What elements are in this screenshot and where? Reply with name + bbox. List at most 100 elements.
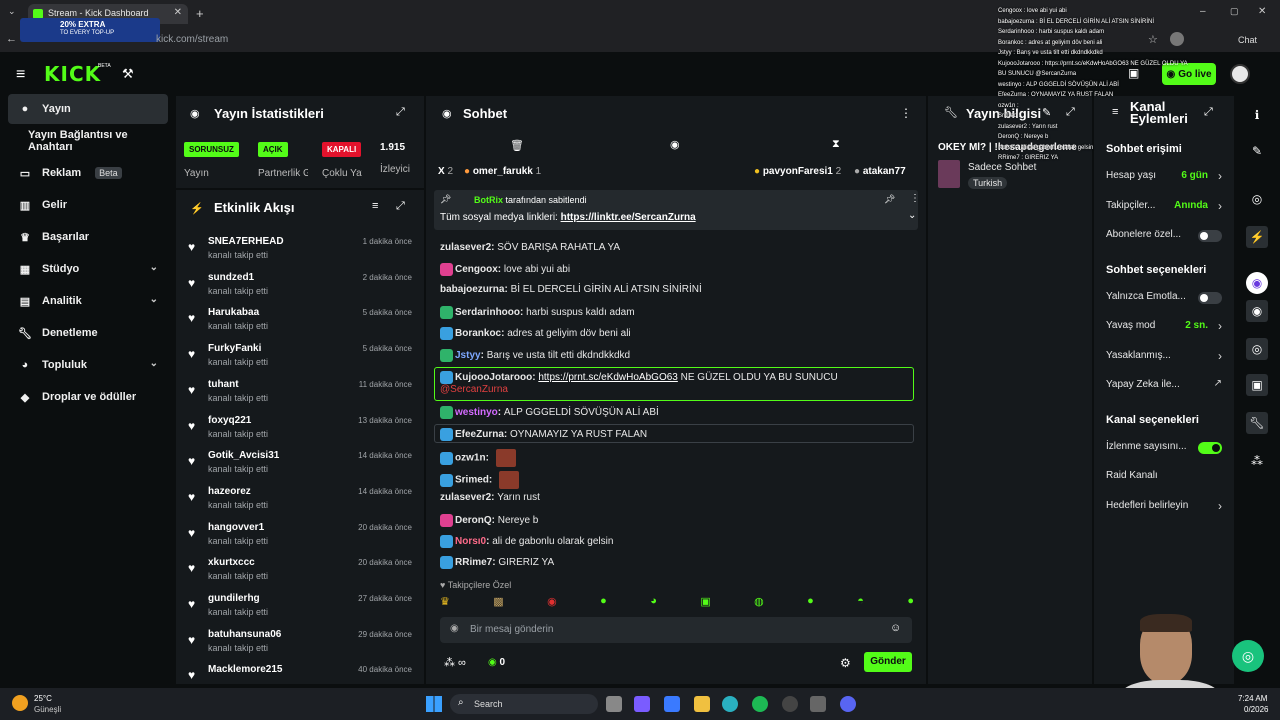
- kick-circle-icon[interactable]: ◉: [1246, 272, 1268, 294]
- tv-icon[interactable]: ▣: [1246, 374, 1268, 396]
- send-button[interactable]: Gönder: [864, 652, 912, 672]
- headset-fab-icon[interactable]: ◎: [1232, 640, 1264, 672]
- chat-username[interactable]: Borankoc: [455, 328, 501, 339]
- sidebar-item-analitik[interactable]: ▤ Analitik ⌄: [8, 286, 168, 316]
- emote-icon[interactable]: ▣: [700, 595, 710, 611]
- event-user[interactable]: xkurtxccc: [208, 557, 255, 568]
- star-icon[interactable]: ☆: [1148, 33, 1158, 46]
- chat-users-icon[interactable]: ⁂ ∞: [444, 656, 466, 669]
- chat-username[interactable]: Serdarinhooo: [455, 307, 520, 318]
- tab-list-icon[interactable]: ⌄: [8, 6, 16, 17]
- taskbar-search[interactable]: ⌕ Search: [450, 694, 598, 714]
- event-user[interactable]: gundilerhg: [208, 593, 260, 604]
- event-item[interactable]: ♥ SNEA7ERHEAD kanalı takip etti 1 dakika ön…: [186, 234, 416, 270]
- sidebar-item-reklam[interactable]: ▭ Reklam Beta: [8, 158, 168, 188]
- toggle-switch[interactable]: [1198, 230, 1222, 242]
- broadcast-icon[interactable]: ◎: [1246, 338, 1268, 360]
- toggle-switch[interactable]: [1198, 442, 1222, 454]
- event-user[interactable]: Macklemore215: [208, 664, 283, 675]
- event-item[interactable]: ♥ Gotik_Avcisi31 kanalı takip etti 14 dakik…: [186, 448, 416, 484]
- chat-username[interactable]: Jstyy: [455, 350, 481, 361]
- close-tab-icon[interactable]: ✕: [174, 7, 182, 18]
- event-user[interactable]: SNEA7ERHEAD: [208, 236, 284, 247]
- profile-avatar[interactable]: [1170, 32, 1184, 46]
- taskview-icon[interactable]: [606, 696, 622, 712]
- sidebar-item-basarilar[interactable]: ♛ Başarılar: [8, 222, 168, 252]
- user-avatar[interactable]: [1230, 64, 1250, 84]
- group-icon[interactable]: ⁂: [1246, 450, 1268, 472]
- trash-icon[interactable]: 🗑︎: [510, 139, 524, 152]
- spotify-icon[interactable]: [752, 696, 768, 712]
- chat-button[interactable]: Chat: [1238, 35, 1257, 45]
- settings-app-icon[interactable]: [810, 696, 826, 712]
- edit-icon[interactable]: ✎: [1246, 140, 1268, 162]
- sidebar-item-gelir[interactable]: ▥ Gelir: [8, 190, 168, 220]
- windows-start-icon[interactable]: [426, 696, 442, 712]
- popout-icon[interactable]: ⤢: [1204, 106, 1213, 119]
- edge-icon[interactable]: [722, 696, 738, 712]
- focus-icon[interactable]: ◎: [1246, 188, 1268, 210]
- event-user[interactable]: Gotik_Avcisi31: [208, 450, 279, 461]
- event-user[interactable]: FurkyFanki: [208, 343, 261, 354]
- channel-action-item[interactable]: Yavaş mod 2 sn. ›: [1106, 319, 1222, 338]
- emote-icon[interactable]: ●: [600, 595, 607, 611]
- sidebar-item-droplar[interactable]: ◆ Droplar ve ödüller: [8, 382, 168, 412]
- popout-icon[interactable]: ⤢: [1066, 106, 1075, 119]
- back-icon[interactable]: ←: [6, 33, 17, 45]
- pinned-link[interactable]: https://linktr.ee/SercanZurna: [561, 212, 696, 223]
- event-item[interactable]: ♥ sundzed1 kanalı takip etti 2 dakika önce: [186, 270, 416, 306]
- unpin-icon[interactable]: 📌︎: [884, 194, 895, 205]
- channel-action-item[interactable]: Yasaklanmış... ›: [1106, 349, 1222, 368]
- chat-input[interactable]: ◉ Bir mesaj gönderin ☺: [440, 617, 912, 643]
- chat-username[interactable]: Cengoox: [455, 264, 498, 275]
- sidebar-item-denetleme[interactable]: 🔧︎ Denetleme: [8, 318, 168, 348]
- filter-icon[interactable]: ≡: [372, 200, 378, 212]
- channel-action-item[interactable]: Yapay Zeka ile... ↗: [1106, 378, 1222, 397]
- close-window-icon[interactable]: ✕: [1258, 6, 1266, 17]
- popout-icon[interactable]: ⤢: [396, 200, 405, 213]
- chat-username[interactable]: westinyo: [455, 407, 498, 418]
- minimize-icon[interactable]: –: [1200, 6, 1206, 17]
- edit-icon[interactable]: ✎: [1042, 106, 1051, 119]
- emoji-icon[interactable]: ☺: [890, 622, 901, 634]
- hourglass-icon[interactable]: ⧗: [832, 138, 840, 151]
- chat-username[interactable]: DeronQ: [455, 515, 492, 526]
- sidebar-item-topluluk[interactable]: ◕ Topluluk ⌄: [8, 350, 168, 380]
- event-item[interactable]: ♥ gundilerhg kanalı takip etti 27 dakika ön…: [186, 591, 416, 627]
- bolt-icon[interactable]: ⚡: [1246, 226, 1268, 248]
- popout-icon[interactable]: ⤢: [396, 106, 405, 119]
- info-icon[interactable]: ℹ: [1246, 104, 1268, 126]
- emote-icon[interactable]: ●: [907, 595, 914, 611]
- chat-username[interactable]: ozw1n: [455, 453, 486, 464]
- chat-username[interactable]: Norsı0: [455, 536, 486, 547]
- chat-username[interactable]: Srimed: [455, 475, 489, 486]
- gift-header-icon[interactable]: ▣: [1128, 66, 1139, 80]
- sidebar-item-stream-key[interactable]: Yayın Bağlantısı ve Anahtarı: [8, 126, 168, 156]
- new-tab-icon[interactable]: +: [196, 6, 204, 21]
- store-icon[interactable]: [664, 696, 680, 712]
- sidebar-item-yayin[interactable]: ● Yayın: [8, 94, 168, 124]
- emote-icon[interactable]: ◉: [547, 595, 557, 611]
- event-user[interactable]: Harukabaa: [208, 307, 259, 318]
- event-item[interactable]: ♥ hazeorez kanalı takip etti 14 dakika önce: [186, 484, 416, 520]
- event-item[interactable]: ♥ FurkyFanki kanalı takip etti 5 dakika önc…: [186, 341, 416, 377]
- emote-icon[interactable]: ◍: [754, 595, 764, 611]
- clock-time[interactable]: 7:24 AM: [1238, 694, 1267, 703]
- channel-action-item[interactable]: Abonelere özel...: [1106, 229, 1222, 247]
- chat-bubble-icon[interactable]: ◉: [1246, 300, 1268, 322]
- discord-icon[interactable]: [840, 696, 856, 712]
- channel-action-item[interactable]: İzlenme sayısını...: [1106, 441, 1222, 459]
- event-item[interactable]: ♥ xkurtxccc kanalı takip etti 20 dakika önc…: [186, 555, 416, 591]
- event-item[interactable]: ♥ Harukabaa kanalı takip etti 5 dakika önce: [186, 305, 416, 341]
- more-icon[interactable]: ⋮: [900, 106, 912, 120]
- kick-logo[interactable]: KICK: [44, 62, 101, 86]
- category-name[interactable]: Sadece Sohbet: [968, 162, 1036, 173]
- toggle-switch[interactable]: [1198, 292, 1222, 304]
- emote-icon[interactable]: ♛: [440, 595, 450, 611]
- wrench-icon[interactable]: 🔧︎: [1246, 412, 1268, 434]
- channel-action-item[interactable]: Yalnızca Emotla...: [1106, 291, 1222, 309]
- chat-username[interactable]: babajoezurna: [440, 284, 504, 295]
- event-item[interactable]: ♥ hangovver1 kanalı takip etti 20 dakika ön…: [186, 520, 416, 556]
- pinned-message[interactable]: 📌︎ BotRix tarafından sabitlendi Tüm sosy…: [434, 190, 920, 230]
- event-item[interactable]: ♥ foxyq221 kanalı takip etti 13 dakika önce: [186, 413, 416, 449]
